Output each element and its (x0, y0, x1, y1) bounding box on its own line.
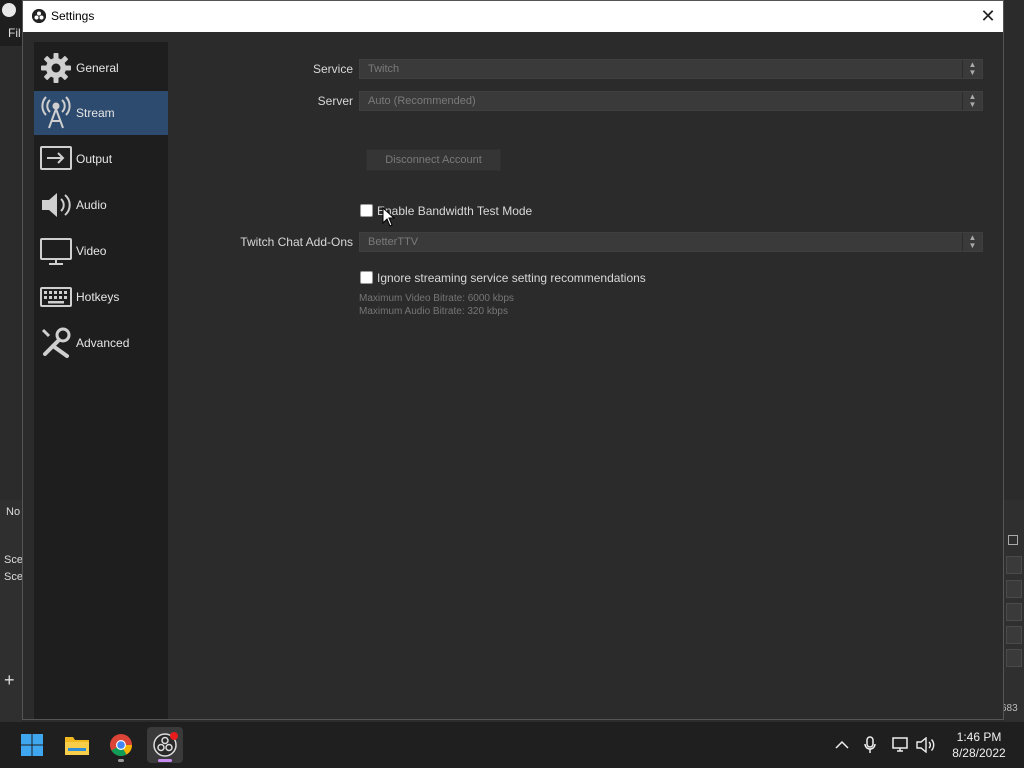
sidebar-item-label: Advanced (76, 336, 130, 350)
server-value: Auto (Recommended) (368, 95, 476, 107)
dialog-titlebar[interactable]: Settings ✕ (23, 1, 1003, 32)
sidebar-item-hotkeys[interactable]: Hotkeys (34, 275, 168, 319)
panel-label: No (6, 506, 21, 518)
ignore-recommendations-label[interactable]: Ignore streaming service setting recomme… (377, 271, 646, 285)
add-scene-button[interactable]: + (4, 670, 24, 690)
updown-arrows-icon: ▲ ▼ (962, 233, 982, 251)
chat-addons-select[interactable]: BetterTTV ▲ ▼ (359, 232, 983, 252)
gear-icon (36, 48, 76, 88)
server-label: Server (317, 94, 353, 108)
clock-time: 1:46 PM (956, 730, 1002, 744)
panel-row[interactable] (1006, 580, 1022, 598)
max-audio-bitrate: Maximum Audio Bitrate: 320 kbps (359, 306, 508, 317)
running-indicator (118, 759, 124, 762)
sidebar-item-output[interactable]: Output (34, 137, 168, 181)
dialog-title: Settings (51, 9, 95, 23)
sidebar-item-label: Stream (76, 106, 115, 120)
bandwidth-test-checkbox[interactable] (360, 204, 373, 217)
network-icon[interactable] (890, 734, 912, 756)
sidebar-item-audio[interactable]: Audio (34, 183, 168, 227)
obs-logo-icon (2, 3, 16, 17)
volume-icon[interactable] (915, 734, 937, 756)
sidebar-item-label: Video (76, 244, 107, 258)
service-value: Twitch (368, 63, 400, 75)
sidebar-item-general[interactable]: General (34, 46, 168, 90)
speaker-icon (36, 185, 76, 225)
menu-file[interactable]: Fil (8, 26, 21, 40)
panel-row[interactable] (1006, 556, 1022, 574)
sidebar-item-stream[interactable]: Stream (34, 91, 168, 135)
max-video-bitrate: Maximum Video Bitrate: 6000 kbps (359, 293, 514, 304)
sidebar-item-video[interactable]: Video (34, 229, 168, 273)
monitor-icon (36, 231, 76, 271)
ignore-recommendations-checkbox[interactable] (360, 271, 373, 284)
sidebar-item-label: Hotkeys (76, 290, 120, 304)
service-select[interactable]: Twitch ▲ ▼ (359, 59, 983, 79)
service-label: Service (312, 62, 353, 76)
broadcast-tower-icon (36, 93, 76, 133)
undock-icon[interactable] (1008, 535, 1018, 545)
chat-addons-label: Twitch Chat Add-Ons (240, 235, 353, 249)
settings-sidebar: General Stream Output Audio Video Hotkey… (34, 42, 168, 719)
panel-row[interactable] (1006, 626, 1022, 644)
active-indicator (158, 759, 172, 762)
sidebar-item-label: Audio (76, 198, 107, 212)
close-button[interactable]: ✕ (973, 3, 1003, 30)
mouse-cursor-icon (382, 206, 396, 230)
obs-icon[interactable] (147, 727, 183, 763)
chrome-icon[interactable] (103, 727, 139, 763)
microphone-icon[interactable] (859, 734, 881, 756)
chat-addons-value: BetterTTV (368, 236, 419, 248)
file-explorer-icon[interactable] (59, 727, 95, 763)
updown-arrows-icon: ▲ ▼ (962, 60, 982, 78)
disconnect-account-button[interactable]: Disconnect Account (366, 149, 501, 171)
panel-row[interactable] (1006, 649, 1022, 667)
scene-item[interactable]: Sce (4, 571, 23, 583)
settings-dialog: Settings ✕ General Stream Output Audio V… (22, 0, 1004, 720)
obs-logo-icon (32, 9, 46, 23)
sidebar-item-label: General (76, 61, 119, 75)
sidebar-item-label: Output (76, 152, 113, 166)
chevron-up-icon[interactable] (831, 734, 853, 756)
output-icon (36, 139, 76, 179)
clock-date: 8/28/2022 (952, 746, 1006, 760)
server-select[interactable]: Auto (Recommended) ▲ ▼ (359, 91, 983, 111)
sidebar-item-advanced[interactable]: Advanced (34, 321, 168, 365)
panel-row[interactable] (1006, 603, 1022, 621)
start-icon[interactable] (14, 727, 50, 763)
scene-item[interactable]: Sce (4, 554, 23, 566)
taskbar-clock[interactable]: 1:46 PM 8/28/2022 (945, 729, 1013, 761)
tools-icon (36, 323, 76, 363)
keyboard-icon (36, 277, 76, 317)
taskbar: 1:46 PM 8/28/2022 (0, 722, 1024, 768)
bandwidth-test-label[interactable]: Enable Bandwidth Test Mode (377, 204, 532, 218)
updown-arrows-icon: ▲ ▼ (962, 92, 982, 110)
